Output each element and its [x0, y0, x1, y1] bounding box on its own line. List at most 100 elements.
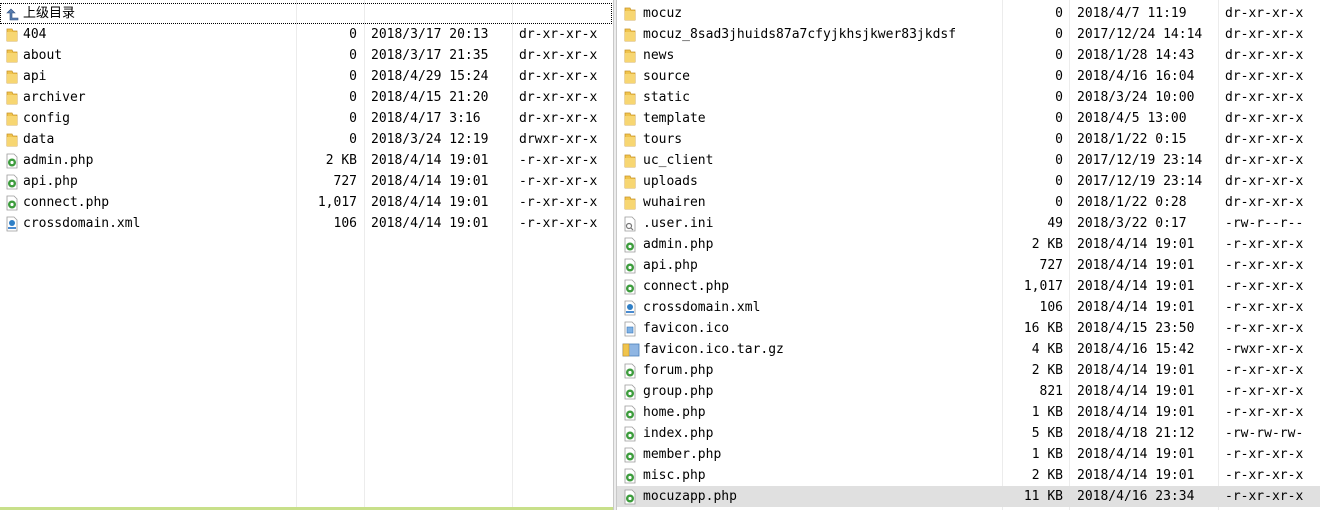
file-modified-date: 2018/4/14 19:01 — [371, 195, 489, 210]
file-row[interactable]: crossdomain.xml 106 2018/4/14 19:01 -r-xr-x… — [617, 297, 1320, 318]
file-row[interactable]: archiver 0 2018/4/15 21:20 dr-xr-xr-x — [0, 87, 613, 108]
folder-icon — [622, 69, 638, 85]
file-permissions: -r-xr-xr-x — [1225, 447, 1304, 462]
file-row[interactable]: mocuz 0 2018/4/7 11:19 dr-xr-xr-x — [617, 3, 1320, 24]
file-row[interactable]: .user.ini 49 2018/3/22 0:17 -rw-r--r-- — [617, 213, 1320, 234]
php-file-icon — [4, 195, 20, 211]
file-row[interactable]: uploads 0 2017/12/19 23:14 dr-xr-xr-x — [617, 171, 1320, 192]
file-modified-date: 2018/3/24 10:00 — [1077, 90, 1195, 105]
file-permissions: dr-xr-xr-x — [519, 90, 598, 105]
file-size: 1 KB — [1031, 447, 1063, 462]
file-row[interactable]: crossdomain.xml 106 2018/4/14 19:01 -r-xr-x… — [0, 213, 613, 234]
file-modified-date: 2018/4/15 21:20 — [371, 90, 489, 105]
file-size: 0 — [349, 132, 357, 147]
file-name: favicon.ico.tar.gz — [643, 342, 784, 357]
file-row[interactable]: config 0 2018/4/17 3:16 dr-xr-xr-x — [0, 108, 613, 129]
local-file-pane[interactable]: 上级目录 404 0 2018/3/17 20:13 dr-xr-xr-x about 0 2… — [0, 0, 613, 510]
file-row[interactable]: connect.php 1,017 2018/4/14 19:01 -r-xr-xr-… — [0, 192, 613, 213]
folder-icon — [4, 90, 20, 106]
file-size: 106 — [1039, 300, 1063, 315]
file-permissions: dr-xr-xr-x — [1225, 195, 1304, 210]
file-permissions: -r-xr-xr-x — [519, 216, 598, 231]
file-modified-date: 2018/3/24 12:19 — [371, 132, 489, 147]
file-modified-date: 2018/4/14 19:01 — [1077, 258, 1195, 273]
file-row[interactable]: api.php 727 2018/4/14 19:01 -r-xr-xr-x — [617, 255, 1320, 276]
file-permissions: dr-xr-xr-x — [519, 27, 598, 42]
file-modified-date: 2018/3/22 0:17 — [1077, 216, 1187, 231]
file-row[interactable]: 404 0 2018/3/17 20:13 dr-xr-xr-x — [0, 24, 613, 45]
file-row[interactable]: source 0 2018/4/16 16:04 dr-xr-xr-x — [617, 66, 1320, 87]
file-size: 0 — [1055, 153, 1063, 168]
ini-file-icon — [622, 216, 638, 232]
name-cell: data — [0, 129, 294, 150]
file-size: 2 KB — [1031, 468, 1063, 483]
file-row[interactable]: member.php 1 KB 2018/4/14 19:01 -r-xr-xr-x — [617, 444, 1320, 465]
file-name: api.php — [643, 258, 698, 273]
file-size: 0 — [1055, 174, 1063, 189]
folder-icon — [622, 90, 638, 106]
file-modified-date: 2018/3/17 21:35 — [371, 48, 489, 63]
file-modified-date: 2018/4/16 23:34 — [1077, 489, 1195, 504]
file-modified-date: 2018/4/14 19:01 — [1077, 279, 1195, 294]
file-size: 2 KB — [325, 153, 357, 168]
php-file-icon — [622, 468, 638, 484]
file-row[interactable]: wuhairen 0 2018/1/22 0:28 dr-xr-xr-x — [617, 192, 1320, 213]
file-name: api — [23, 69, 47, 84]
file-row[interactable]: template 0 2018/4/5 13:00 dr-xr-xr-x — [617, 108, 1320, 129]
file-permissions: -r-xr-xr-x — [1225, 384, 1304, 399]
file-row[interactable]: misc.php 2 KB 2018/4/14 19:01 -r-xr-xr-x — [617, 465, 1320, 486]
file-row[interactable]: api 0 2018/4/29 15:24 dr-xr-xr-x — [0, 66, 613, 87]
file-row[interactable]: group.php 821 2018/4/14 19:01 -r-xr-xr-x — [617, 381, 1320, 402]
file-row[interactable]: tours 0 2018/1/22 0:15 dr-xr-xr-x — [617, 129, 1320, 150]
file-permissions: dr-xr-xr-x — [1225, 132, 1304, 147]
file-row[interactable]: mocuzapp.php 11 KB 2018/4/16 23:34 -r-xr-xr… — [617, 486, 1320, 507]
file-name: uc_client — [643, 153, 714, 168]
name-cell: tours — [617, 129, 1000, 150]
file-name: template — [643, 111, 706, 126]
file-size: 4 KB — [1031, 342, 1063, 357]
file-size: 11 KB — [1023, 489, 1063, 504]
file-row[interactable]: static 0 2018/3/24 10:00 dr-xr-xr-x — [617, 87, 1320, 108]
file-row[interactable]: admin.php 2 KB 2018/4/14 19:01 -r-xr-xr-x — [617, 234, 1320, 255]
file-name: about — [23, 48, 63, 63]
folder-icon — [622, 132, 638, 148]
file-modified-date: 2017/12/19 23:14 — [1077, 174, 1203, 189]
file-modified-date: 2018/4/29 15:24 — [371, 69, 489, 84]
folder-icon — [622, 174, 638, 190]
file-name: tours — [643, 132, 683, 147]
name-cell: admin.php — [0, 150, 294, 171]
file-modified-date: 2018/4/14 19:01 — [1077, 447, 1195, 462]
ftp-file-browser: 上级目录 404 0 2018/3/17 20:13 dr-xr-xr-x about 0 2… — [0, 0, 1320, 510]
file-size: 106 — [333, 216, 357, 231]
remote-file-pane[interactable]: mocuz 0 2018/4/7 11:19 dr-xr-xr-x mocuz_8sad… — [617, 0, 1320, 510]
name-cell: forum.php — [617, 360, 1000, 381]
file-row[interactable]: news 0 2018/1/28 14:43 dr-xr-xr-x — [617, 45, 1320, 66]
file-row[interactable]: data 0 2018/3/24 12:19 drwxr-xr-x — [0, 129, 613, 150]
file-size: 16 KB — [1023, 321, 1063, 336]
file-row[interactable]: api.php 727 2018/4/14 19:01 -r-xr-xr-x — [0, 171, 613, 192]
file-row[interactable]: mocuz_8sad3jhuids87a7cfyjkhsjkwer83jkdsf… — [617, 24, 1320, 45]
file-row[interactable]: admin.php 2 KB 2018/4/14 19:01 -r-xr-xr-x — [0, 150, 613, 171]
file-row[interactable]: forum.php 2 KB 2018/4/14 19:01 -r-xr-xr-x — [617, 360, 1320, 381]
folder-icon — [622, 195, 638, 211]
file-permissions: -r-xr-xr-x — [1225, 489, 1304, 504]
file-size: 821 — [1039, 384, 1063, 399]
name-cell: mocuzapp.php — [617, 486, 1000, 507]
file-permissions: -r-xr-xr-x — [1225, 363, 1304, 378]
file-size: 727 — [1039, 258, 1063, 273]
file-name: favicon.ico — [643, 321, 730, 336]
file-size: 5 KB — [1031, 426, 1063, 441]
php-file-icon — [622, 384, 638, 400]
file-row[interactable]: favicon.ico.tar.gz 4 KB 2018/4/16 15:42 -rw… — [617, 339, 1320, 360]
parent-directory-row[interactable]: 上级目录 — [0, 3, 613, 24]
name-cell: api — [0, 66, 294, 87]
file-row[interactable]: connect.php 1,017 2018/4/14 19:01 -r-xr-xr-… — [617, 276, 1320, 297]
file-row[interactable]: favicon.ico 16 KB 2018/4/15 23:50 -r-xr-xr-… — [617, 318, 1320, 339]
file-name: api.php — [23, 174, 78, 189]
file-row[interactable]: home.php 1 KB 2018/4/14 19:01 -r-xr-xr-x — [617, 402, 1320, 423]
file-name: archiver — [23, 90, 86, 105]
file-row[interactable]: uc_client 0 2017/12/19 23:14 dr-xr-xr-x — [617, 150, 1320, 171]
file-permissions: dr-xr-xr-x — [519, 48, 598, 63]
file-row[interactable]: about 0 2018/3/17 21:35 dr-xr-xr-x — [0, 45, 613, 66]
file-row[interactable]: index.php 5 KB 2018/4/18 21:12 -rw-rw-rw- — [617, 423, 1320, 444]
